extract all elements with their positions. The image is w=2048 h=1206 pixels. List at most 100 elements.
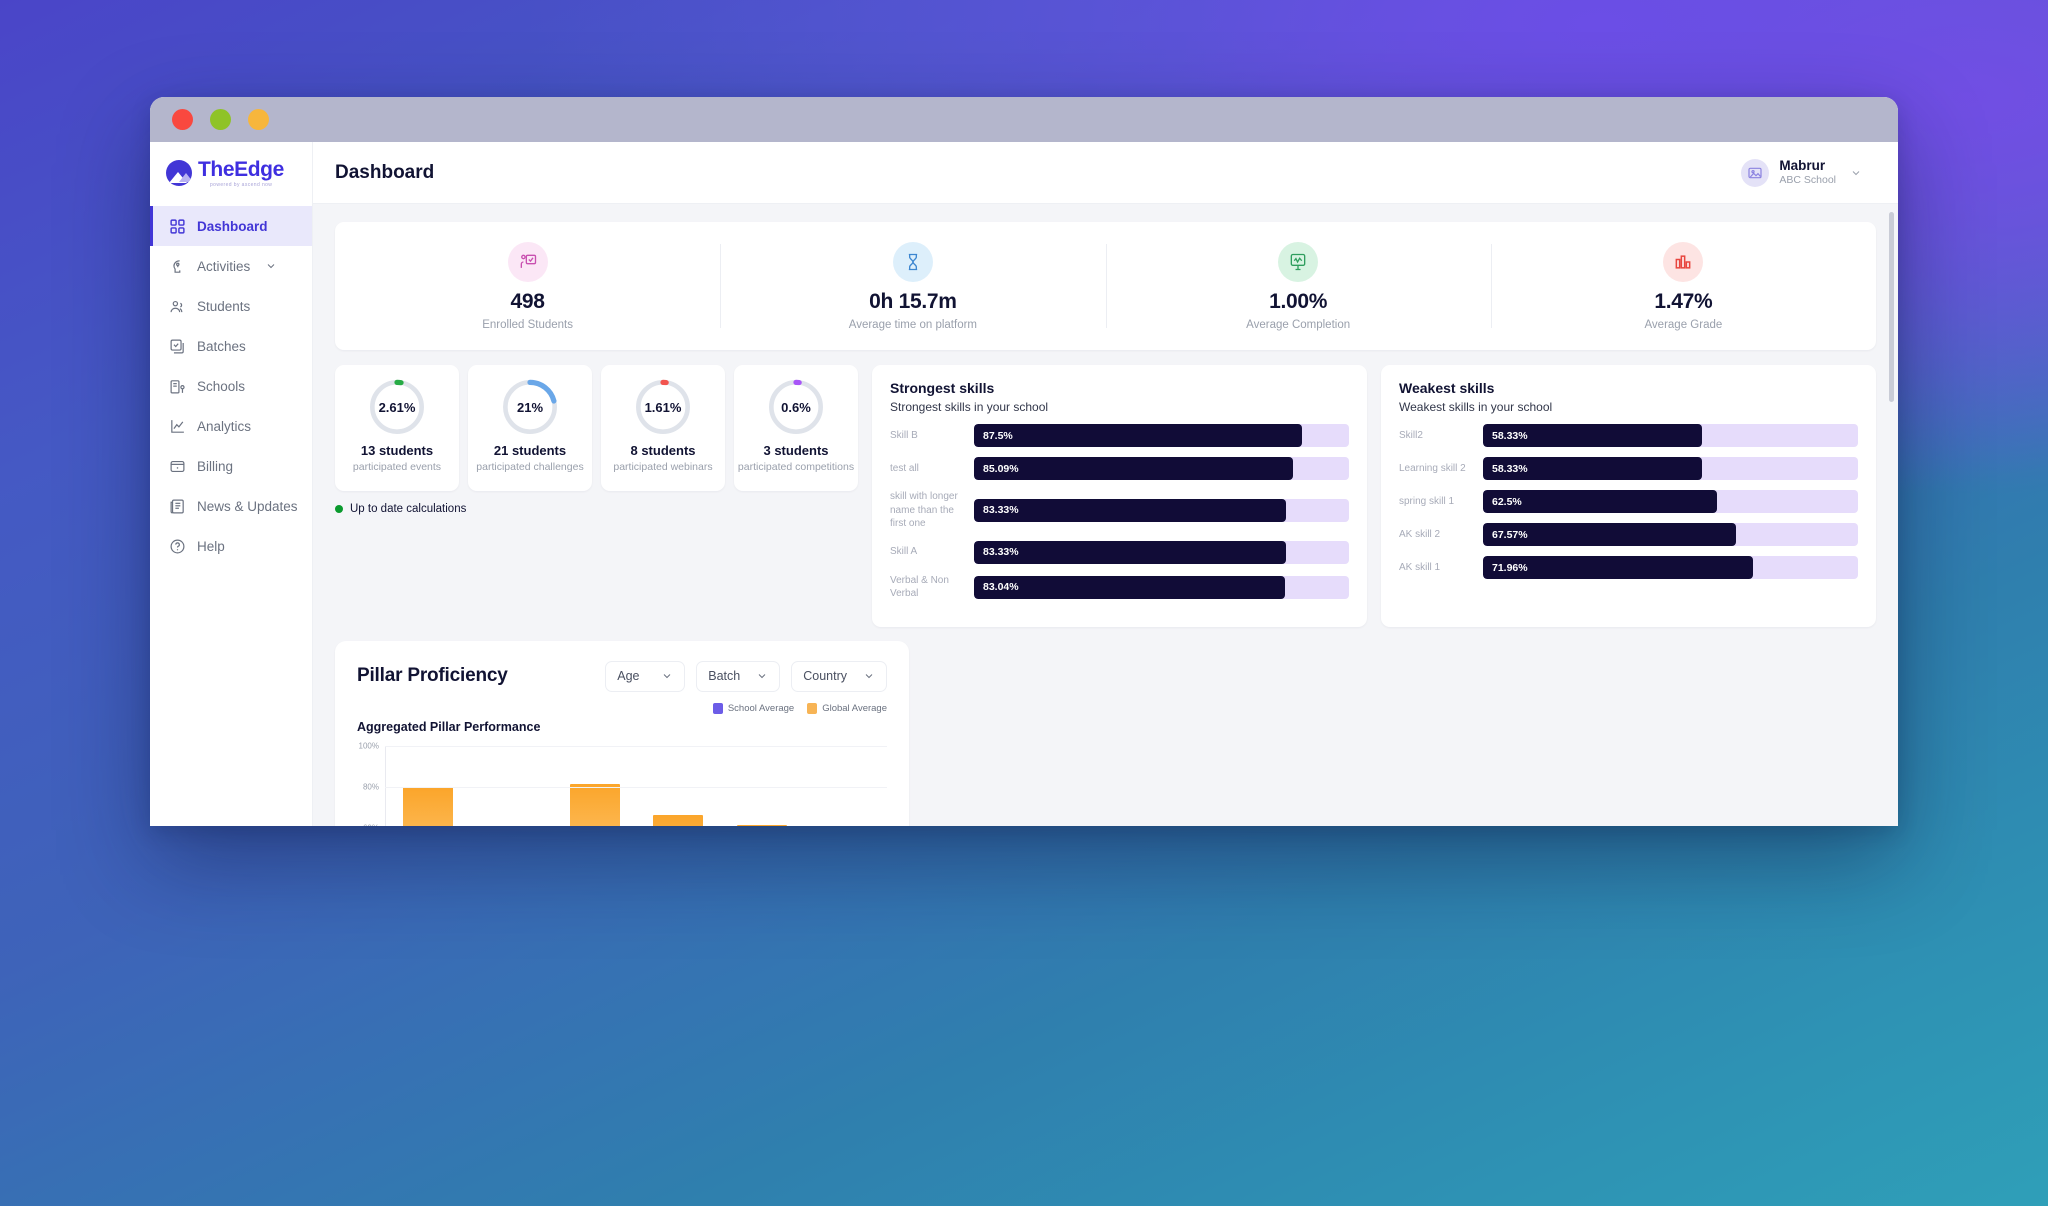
hourglass-icon	[892, 241, 933, 282]
vertical-scrollbar[interactable]	[1889, 212, 1894, 402]
brand-name: TheEdge	[198, 157, 284, 181]
sidebar-item-students[interactable]: Students	[150, 286, 312, 326]
skill-percent: 58.33%	[1492, 429, 1528, 442]
skill-name: skill with longer name than the first on…	[890, 491, 958, 529]
pillar-title: Pillar Proficiency	[357, 665, 508, 686]
pillar-header: Pillar Proficiency Age Batch Country	[357, 660, 887, 692]
grid-line	[385, 786, 887, 788]
chevron-down-icon[interactable]	[1846, 167, 1862, 179]
donut-card-events: 2.61% 13 students participated events	[335, 365, 459, 491]
kpi-label: Average Grade	[1644, 318, 1723, 331]
mountain-logo-icon	[166, 160, 192, 186]
chevron-down-icon	[756, 670, 768, 682]
kpi-summary-card: 498 Enrolled Students 0h 15.7m Average t…	[335, 222, 1876, 350]
weakest-skills-card: Weakest skills Weakest skills in your sc…	[1381, 365, 1876, 627]
close-window-button[interactable]	[172, 109, 193, 130]
kpi-label: Average Completion	[1246, 318, 1351, 331]
filter-label: Batch	[708, 669, 741, 683]
help-circle-icon	[169, 538, 186, 555]
donut-percent: 1.61%	[644, 399, 682, 415]
chart-bar	[569, 784, 620, 826]
brain-icon	[169, 258, 186, 275]
skill-name: spring skill 1	[1399, 495, 1455, 507]
donut-caption: participated challenges	[476, 461, 584, 473]
grid-line	[385, 745, 887, 747]
skill-name: Learning skill 2	[1399, 462, 1466, 474]
donut-students: 8 students	[630, 443, 696, 458]
strongest-skills-card: Strongest skills Strongest skills in you…	[872, 365, 1367, 627]
donut-card-competitions: 0.6% 3 students participated competition…	[734, 365, 858, 491]
minimize-window-button[interactable]	[210, 109, 231, 130]
sidebar-nav: Dashboard Activities Students Batches Sc…	[150, 204, 312, 566]
card-title: Strongest skills	[890, 380, 995, 396]
middle-row: 2.61% 13 students participated events 21…	[335, 365, 1876, 627]
kpi-label: Enrolled Students	[482, 318, 574, 331]
skill-row: AK skill 1 71.96%	[1399, 556, 1858, 579]
skill-percent: 85.09%	[983, 462, 1019, 475]
sidebar-item-billing[interactable]: Billing	[150, 446, 312, 486]
kpi-enrolled-students: 498 Enrolled Students	[335, 222, 720, 350]
skill-percent: 83.04%	[983, 581, 1019, 593]
sidebar-item-help[interactable]: Help	[150, 526, 312, 566]
filter-label: Age	[617, 669, 640, 683]
sidebar-item-label: Analytics	[197, 418, 252, 434]
sidebar-item-activities[interactable]: Activities	[150, 246, 312, 286]
skill-bar: 62.5%	[1483, 490, 1858, 513]
chevron-down-icon	[863, 670, 875, 682]
filter-age[interactable]: Age	[605, 660, 686, 692]
user-menu[interactable]: Mabrur ABC School	[1741, 158, 1862, 188]
donut-chart: 2.61%	[368, 378, 426, 436]
filter-batch[interactable]: Batch	[696, 660, 781, 692]
kpi-value: 0h 15.7m	[869, 289, 957, 313]
sidebar-item-label: Students	[197, 298, 251, 314]
user-name: Mabrur	[1779, 157, 1826, 173]
donut-chart: 0.6%	[767, 378, 825, 436]
status-text: Up to date calculations	[350, 503, 467, 515]
kpi-average-time: 0h 15.7m Average time on platform	[720, 222, 1105, 350]
window-body: TheEdge powered by ascend now Dashboard	[150, 142, 1898, 826]
skill-row: Skill A 83.33%	[890, 540, 1349, 564]
skill-bar: 83.33%	[974, 540, 1349, 564]
sidebar-item-news-updates[interactable]: News & Updates	[150, 486, 312, 526]
status-dot-icon	[335, 505, 343, 513]
filter-country[interactable]: Country	[791, 660, 887, 692]
sidebar-item-label: Schools	[197, 378, 246, 394]
kpi-label: Average time on platform	[848, 318, 978, 331]
sidebar-item-label: Batches	[197, 338, 246, 354]
skill-bar: 83.04%	[974, 575, 1349, 599]
sidebar-item-schools[interactable]: Schools	[150, 366, 312, 406]
skill-row: spring skill 1 62.5%	[1399, 490, 1858, 513]
legend-swatch	[807, 702, 818, 714]
donut-percent: 2.61%	[378, 399, 416, 415]
chevron-down-icon[interactable]	[265, 260, 277, 272]
sidebar-item-label: Help	[197, 538, 225, 554]
legend-swatch	[712, 702, 723, 714]
user-org: ABC School	[1779, 174, 1836, 187]
top-bar: Dashboard Mabrur ABC School	[313, 142, 1898, 204]
skill-name: AK skill 2	[1399, 528, 1441, 540]
brand-logo[interactable]: TheEdge powered by ascend now	[150, 142, 312, 204]
y-axis-tick: 100%	[358, 741, 379, 750]
legend-item-school-average: School Average	[712, 702, 794, 714]
page-title: Dashboard	[335, 161, 435, 183]
maximize-window-button[interactable]	[248, 109, 269, 130]
kpi-value: 1.47%	[1654, 289, 1713, 313]
participation-donut-strip: 2.61% 13 students participated events 21…	[335, 365, 858, 491]
donut-card-webinars: 1.61% 8 students participated webinars	[601, 365, 725, 491]
browser-window: TheEdge powered by ascend now Dashboard	[150, 97, 1898, 826]
skill-row: Skill B 87.5%	[890, 424, 1349, 447]
pillar-filters: Age Batch Country	[605, 660, 887, 692]
bar-chart-icon	[1663, 241, 1704, 282]
y-axis: 20%40%60%80%100%	[357, 741, 385, 826]
chevron-down-icon	[661, 670, 673, 682]
main-area: Dashboard Mabrur ABC School 498 Enrolled…	[313, 142, 1898, 826]
dashboard-scroll-area: 498 Enrolled Students 0h 15.7m Average t…	[313, 204, 1898, 826]
sidebar-item-analytics[interactable]: Analytics	[150, 406, 312, 446]
chart-caption: Aggregated Pillar Performance	[357, 719, 541, 734]
skill-percent: 62.5%	[1492, 495, 1522, 508]
sidebar-item-batches[interactable]: Batches	[150, 326, 312, 366]
skill-bar: 87.5%	[974, 424, 1349, 447]
sidebar-item-dashboard[interactable]: Dashboard	[150, 206, 312, 246]
status-badge: Up to date calculations	[335, 503, 858, 515]
monitor-pulse-icon	[1278, 241, 1319, 282]
